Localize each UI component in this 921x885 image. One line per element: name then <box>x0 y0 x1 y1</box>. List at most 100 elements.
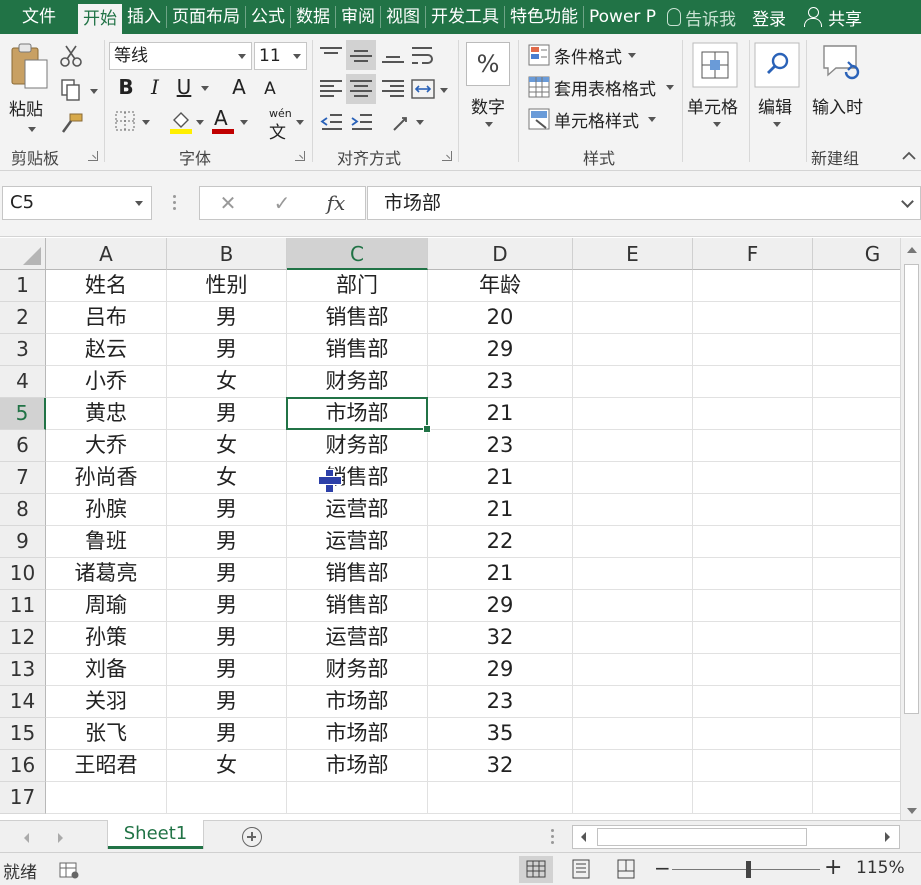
tell-me-box[interactable]: 告诉我 <box>661 5 742 30</box>
worksheet-grid[interactable]: A B C D E F G 1 姓名 性别 部门 年龄 2 吕布男销售部 20 3 赵云男销售部 29 4 小乔女财务… <box>0 238 900 814</box>
row-header-17[interactable]: 17 <box>0 782 46 814</box>
cell-b15[interactable]: 男 <box>167 718 287 750</box>
copy-icon[interactable] <box>60 78 82 102</box>
cell-c9[interactable]: 运营部 <box>287 526 428 558</box>
cell-e17[interactable] <box>573 782 693 814</box>
cell-e13[interactable] <box>573 654 693 686</box>
cell-a2[interactable]: 吕布 <box>46 302 167 334</box>
cell-b11[interactable]: 男 <box>167 590 287 622</box>
cell-d4[interactable]: 23 <box>428 366 573 398</box>
cell-f1[interactable] <box>693 270 813 302</box>
cell-g6[interactable] <box>813 430 900 462</box>
cell-a17[interactable] <box>46 782 167 814</box>
normal-view-button[interactable] <box>519 856 553 883</box>
cell-styles-button[interactable]: 单元格样式 <box>526 106 666 132</box>
cell-a13[interactable]: 刘备 <box>46 654 167 686</box>
row-header-5[interactable]: 5 <box>0 398 46 430</box>
name-box[interactable]: C5 <box>2 186 152 220</box>
cell-a12[interactable]: 孙策 <box>46 622 167 654</box>
row-header-4[interactable]: 4 <box>0 366 46 398</box>
vertical-scroll-thumb[interactable] <box>904 264 919 714</box>
row-header-3[interactable]: 3 <box>0 334 46 366</box>
cell-f4[interactable] <box>693 366 813 398</box>
cell-f15[interactable] <box>693 718 813 750</box>
cell-c7[interactable]: 销售部 <box>287 462 428 494</box>
column-header-a[interactable]: A <box>46 238 167 270</box>
cell-b8[interactable]: 男 <box>167 494 287 526</box>
select-all-corner[interactable] <box>0 238 46 270</box>
cell-g13[interactable] <box>813 654 900 686</box>
cell-a8[interactable]: 孙膑 <box>46 494 167 526</box>
tab-developer[interactable]: 开发工具 <box>426 0 504 34</box>
scroll-right-icon[interactable] <box>885 832 890 842</box>
cell-d8[interactable]: 21 <box>428 494 573 526</box>
cell-b1[interactable]: 性别 <box>167 270 287 302</box>
tab-insert[interactable]: 插入 <box>122 0 166 34</box>
tab-file[interactable]: 文件 <box>0 0 78 34</box>
cell-g14[interactable] <box>813 686 900 718</box>
cell-c11[interactable]: 销售部 <box>287 590 428 622</box>
cell-g3[interactable] <box>813 334 900 366</box>
cell-e12[interactable] <box>573 622 693 654</box>
cell-a14[interactable]: 关羽 <box>46 686 167 718</box>
wrap-text-icon[interactable] <box>410 44 436 68</box>
next-sheet-icon[interactable] <box>58 833 63 843</box>
cell-b14[interactable]: 男 <box>167 686 287 718</box>
input-time-button[interactable]: 输入时 <box>810 40 870 120</box>
page-layout-view-button[interactable] <box>564 856 598 883</box>
chevron-down-icon[interactable] <box>90 89 98 94</box>
cell-c5[interactable]: 市场部 <box>287 398 428 430</box>
cell-d9[interactable]: 22 <box>428 526 573 558</box>
row-header-7[interactable]: 7 <box>0 462 46 494</box>
zoom-slider-thumb[interactable] <box>746 861 751 878</box>
cell-f7[interactable] <box>693 462 813 494</box>
cell-g4[interactable] <box>813 366 900 398</box>
cell-f10[interactable] <box>693 558 813 590</box>
cell-g9[interactable] <box>813 526 900 558</box>
shrink-font-button[interactable]: A <box>256 75 284 103</box>
cell-c4[interactable]: 财务部 <box>287 366 428 398</box>
italic-button[interactable]: I <box>141 73 169 101</box>
cell-e14[interactable] <box>573 686 693 718</box>
chevron-down-icon[interactable] <box>416 120 424 125</box>
add-sheet-icon[interactable] <box>242 827 262 847</box>
conditional-format-button[interactable]: 条件格式 <box>526 42 676 68</box>
row-header-15[interactable]: 15 <box>0 718 46 750</box>
row-header-11[interactable]: 11 <box>0 590 46 622</box>
cell-b10[interactable]: 男 <box>167 558 287 590</box>
font-launcher-icon[interactable] <box>295 151 305 161</box>
cell-g2[interactable] <box>813 302 900 334</box>
cell-e6[interactable] <box>573 430 693 462</box>
row-header-8[interactable]: 8 <box>0 494 46 526</box>
cell-d14[interactable]: 23 <box>428 686 573 718</box>
cell-c14[interactable]: 市场部 <box>287 686 428 718</box>
macro-record-icon[interactable] <box>58 860 80 880</box>
splitter-dots[interactable] <box>173 195 177 211</box>
cell-g16[interactable] <box>813 750 900 782</box>
cell-a10[interactable]: 诸葛亮 <box>46 558 167 590</box>
cell-g5[interactable] <box>813 398 900 430</box>
cell-f9[interactable] <box>693 526 813 558</box>
horizontal-scrollbar[interactable] <box>572 825 900 849</box>
row-header-13[interactable]: 13 <box>0 654 46 686</box>
align-right-icon[interactable] <box>382 80 404 98</box>
column-header-d[interactable]: D <box>428 238 573 270</box>
cell-f8[interactable] <box>693 494 813 526</box>
zoom-level[interactable]: 115% <box>856 858 905 878</box>
row-header-1[interactable]: 1 <box>0 270 46 302</box>
tab-view[interactable]: 视图 <box>381 0 425 34</box>
border-icon[interactable] <box>114 110 136 132</box>
cell-a4[interactable]: 小乔 <box>46 366 167 398</box>
cell-c16[interactable]: 市场部 <box>287 750 428 782</box>
cell-c15[interactable]: 市场部 <box>287 718 428 750</box>
align-center-button[interactable] <box>346 74 376 104</box>
cell-c8[interactable]: 运营部 <box>287 494 428 526</box>
cell-c12[interactable]: 运营部 <box>287 622 428 654</box>
cell-d12[interactable]: 32 <box>428 622 573 654</box>
cell-c1[interactable]: 部门 <box>287 270 428 302</box>
cell-g7[interactable] <box>813 462 900 494</box>
cell-f13[interactable] <box>693 654 813 686</box>
chevron-down-icon[interactable] <box>196 120 204 125</box>
cell-g10[interactable] <box>813 558 900 590</box>
cell-e11[interactable] <box>573 590 693 622</box>
